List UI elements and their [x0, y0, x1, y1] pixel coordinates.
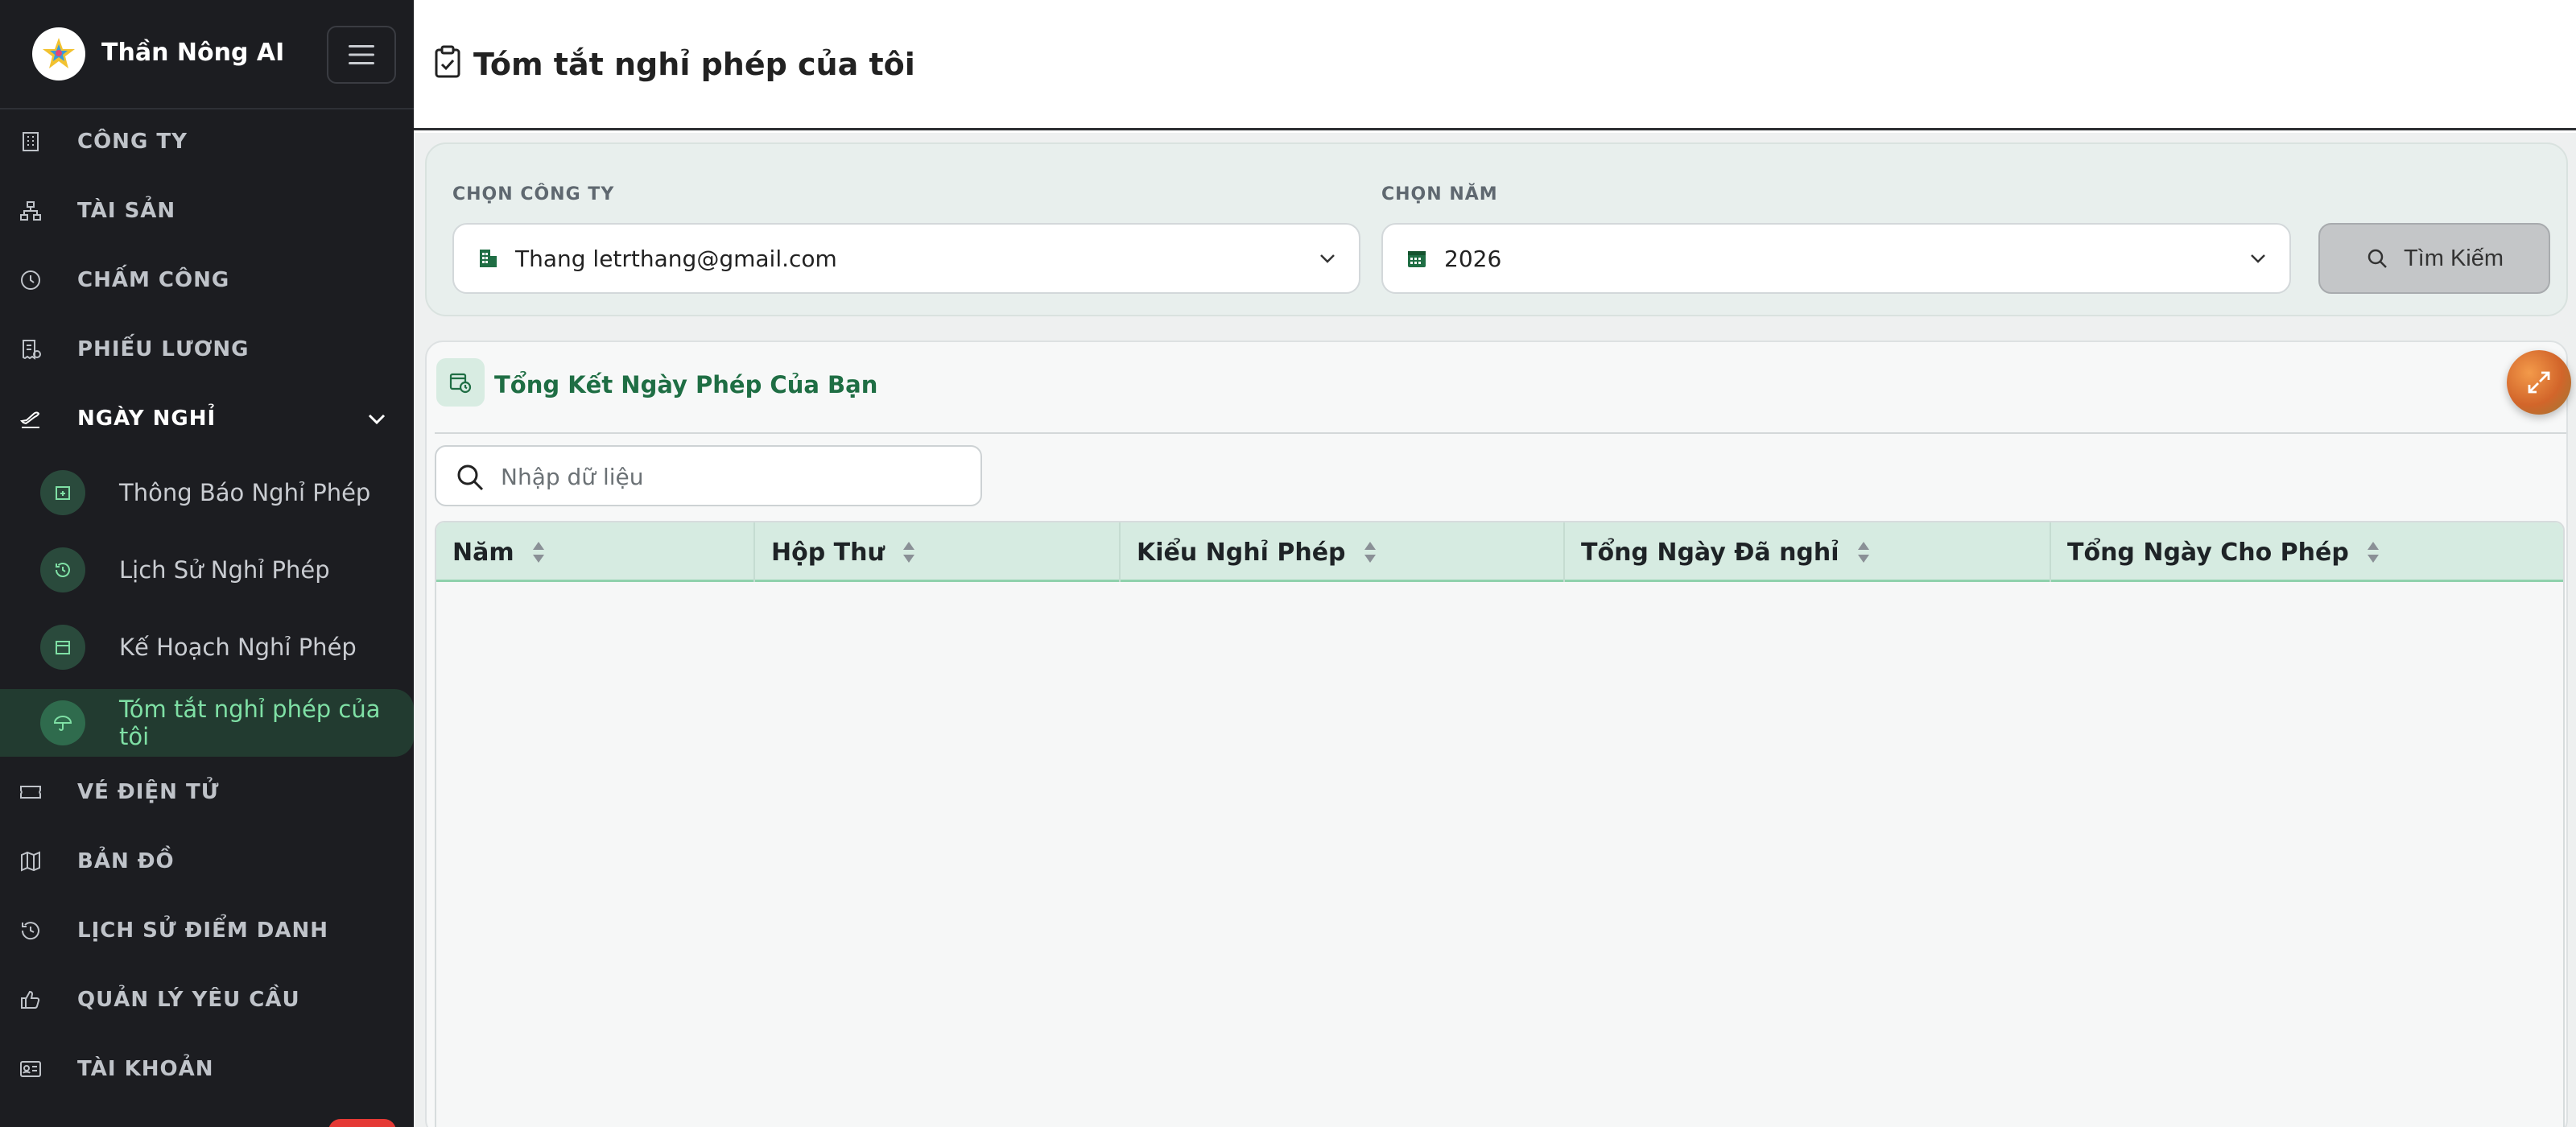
column-header-label: Tổng Ngày Đã nghỉ	[1581, 538, 1839, 567]
table-search-box[interactable]	[435, 445, 982, 506]
year-select[interactable]: 2026	[1381, 223, 2291, 294]
sidebar-item-label: BẢN ĐỒ	[77, 849, 175, 873]
calendar-icon	[1404, 246, 1430, 271]
sidebar-item-payslip[interactable]: PHIẾU LƯƠNG	[0, 317, 414, 382]
sidebar-item-account[interactable]: TÀI KHOẢN	[0, 1037, 414, 1101]
id-card-icon	[18, 1056, 43, 1082]
search-button-label: Tìm Kiếm	[2403, 245, 2504, 271]
sort-icon[interactable]	[1362, 539, 1378, 566]
chevron-down-icon	[1314, 245, 1341, 272]
chevron-down-icon[interactable]	[364, 406, 390, 431]
notification-badge[interactable]	[328, 1119, 396, 1127]
sidebar-item-label: NGÀY NGHỈ	[77, 407, 217, 431]
company-select-value: Thang letrthang@gmail.com	[515, 245, 837, 272]
sidebar-subitem-leave-notice[interactable]: Thông Báo Nghỉ Phép	[0, 459, 414, 526]
search-icon	[2368, 249, 2387, 268]
search-icon	[454, 461, 486, 493]
summary-title: Tổng Kết Ngày Phép Của Bạn	[494, 371, 878, 398]
sidebar-item-eticket[interactable]: VÉ ĐIỆN TỬ	[0, 760, 414, 824]
sidebar-subitem-leave-history[interactable]: Lịch Sử Nghỉ Phép	[0, 536, 414, 604]
company-select[interactable]: Thang letrthang@gmail.com	[452, 223, 1360, 294]
column-header-total-days-taken[interactable]: Tổng Ngày Đã nghỉ	[1565, 522, 2051, 582]
column-header-label: Hộp Thư	[771, 538, 885, 567]
leave-summary-card: Tổng Kết Ngày Phép Của Bạn Năm Hộp Thư	[425, 341, 2571, 1127]
history-icon	[40, 547, 85, 592]
sidebar-item-label: CÔNG TY	[77, 130, 188, 154]
sidebar-item-company[interactable]: CÔNG TY	[0, 109, 414, 174]
calendar-plus-icon	[40, 470, 85, 515]
sidebar-item-requests[interactable]: QUẢN LÝ YÊU CẦU	[0, 968, 414, 1032]
sidebar-item-attendance[interactable]: CHẤM CÔNG	[0, 248, 414, 312]
menu-toggle-button[interactable]	[327, 26, 396, 84]
hamburger-icon	[349, 45, 374, 64]
column-header-total-days-allowed[interactable]: Tổng Ngày Cho Phép	[2051, 522, 2563, 582]
map-icon	[18, 848, 43, 874]
sort-icon[interactable]	[901, 539, 917, 566]
plane-icon	[18, 406, 43, 431]
column-header-label: Năm	[452, 538, 514, 567]
column-header-year[interactable]: Năm	[436, 522, 755, 582]
building-icon	[18, 129, 43, 155]
column-header-label: Tổng Ngày Cho Phép	[2067, 538, 2349, 567]
sidebar-subitem-label: Kế Hoạch Nghỉ Phép	[119, 634, 357, 661]
column-header-label: Kiểu Nghỉ Phép	[1137, 538, 1346, 567]
sidebar-subitem-label: Tóm tắt nghỉ phép của tôi	[119, 696, 381, 750]
sidebar-subitem-label: Lịch Sử Nghỉ Phép	[119, 556, 330, 584]
column-header-leave-type[interactable]: Kiểu Nghỉ Phép	[1121, 522, 1565, 582]
page-title: Tóm tắt nghỉ phép của tôi	[473, 47, 915, 82]
calendar-clock-icon	[436, 358, 485, 407]
sidebar-item-label: TÀI KHOẢN	[77, 1057, 214, 1081]
year-select-label: CHỌN NĂM	[1381, 184, 1498, 204]
brand-bar: Thần Nông AI	[0, 0, 414, 109]
sidebar-item-label: CHẤM CÔNG	[77, 268, 230, 292]
sidebar: Thần Nông AI CÔNG TY TÀI SẢN CHẤM CÔNG P…	[0, 0, 414, 1127]
sidebar-item-label: LỊCH SỬ ĐIỂM DANH	[77, 919, 329, 943]
sidebar-item-map[interactable]: BẢN ĐỒ	[0, 829, 414, 894]
table-search-input[interactable]	[501, 458, 968, 495]
calendar-icon	[40, 625, 85, 670]
umbrella-icon	[40, 700, 85, 745]
search-button[interactable]: Tìm Kiếm	[2318, 223, 2550, 294]
sidebar-subitem-label: Thông Báo Nghỉ Phép	[119, 479, 371, 506]
history-icon	[18, 918, 43, 943]
sidebar-item-label: QUẢN LÝ YÊU CẦU	[77, 988, 300, 1012]
sidebar-item-label: VÉ ĐIỆN TỬ	[77, 780, 220, 804]
table-body	[436, 584, 2563, 1127]
table-header: Năm Hộp Thư Kiểu Nghỉ Phép Tổng Ngày Đã …	[436, 522, 2563, 582]
filter-panel: CHỌN CÔNG TY Thang letrthang@gmail.com C…	[425, 142, 2568, 316]
expand-icon	[2528, 371, 2550, 394]
column-header-inbox[interactable]: Hộp Thư	[755, 522, 1121, 582]
divider	[435, 432, 2566, 434]
ticket-icon	[18, 779, 43, 805]
year-select-value: 2026	[1444, 245, 1502, 272]
thumbs-up-icon	[18, 987, 43, 1013]
brand-logo[interactable]	[32, 27, 85, 80]
clipboard-check-icon	[435, 45, 460, 78]
sort-icon[interactable]	[2365, 539, 2381, 566]
brand-name: Thần Nông AI	[101, 39, 285, 67]
page-header: Tóm tắt nghỉ phép của tôi	[414, 0, 2576, 130]
sort-icon[interactable]	[1856, 539, 1872, 566]
receipt-icon	[18, 336, 43, 362]
sidebar-subitem-leave-plan[interactable]: Kế Hoạch Nghỉ Phép	[0, 613, 414, 681]
building-icon	[475, 246, 501, 271]
leave-summary-table: Năm Hộp Thư Kiểu Nghỉ Phép Tổng Ngày Đã …	[435, 521, 2565, 1127]
company-select-label: CHỌN CÔNG TY	[452, 184, 615, 204]
sidebar-subitem-leave-summary[interactable]: Tóm tắt nghỉ phép của tôi	[0, 689, 414, 757]
chevron-down-icon	[2244, 245, 2272, 272]
sidebar-item-label: PHIẾU LƯƠNG	[77, 337, 250, 361]
main-content: CHỌN CÔNG TY Thang letrthang@gmail.com C…	[414, 133, 2576, 1127]
sidebar-item-assets[interactable]: TÀI SẢN	[0, 179, 414, 243]
sort-icon[interactable]	[530, 539, 547, 566]
sidebar-item-label: TÀI SẢN	[77, 199, 176, 223]
clock-icon	[18, 267, 43, 293]
expand-button[interactable]	[2507, 350, 2571, 415]
network-icon	[18, 198, 43, 224]
sidebar-item-leave[interactable]: NGÀY NGHỈ	[0, 386, 414, 451]
sidebar-item-checkin-history[interactable]: LỊCH SỬ ĐIỂM DANH	[0, 898, 414, 963]
